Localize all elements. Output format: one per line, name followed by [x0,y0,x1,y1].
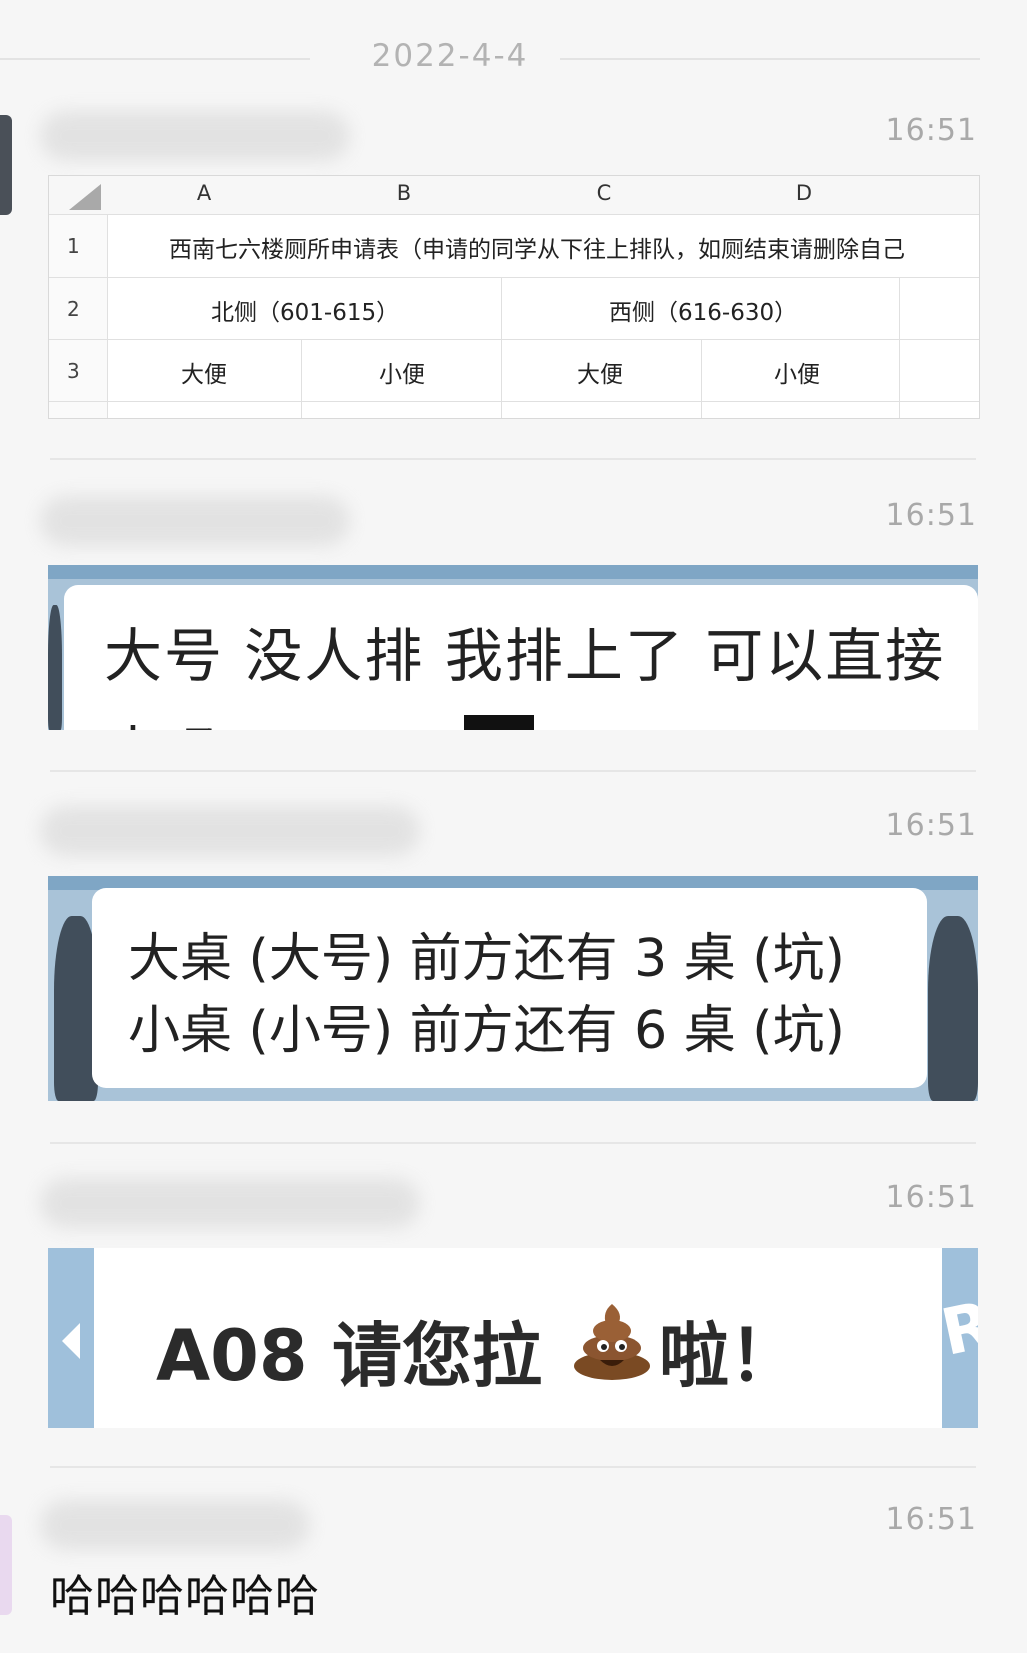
sheet-cell: 北侧（601-615） [211,300,400,326]
redaction-block [464,715,534,730]
column-letter: A [196,181,212,205]
sender-name-redacted [40,806,420,856]
sheet-row: 2 北侧（601-615） 西侧（616-630） [49,277,979,340]
message-time: 16:51 [885,498,977,533]
sheet-column-header: A B C D [49,176,979,215]
caption-box: 大号 没人排 我排上了 可以直接 去吗 @ [64,585,978,730]
select-all-corner-icon [69,184,101,210]
sheet-title-cell: 西南七六楼厕所申请表（申请的同学从下往上排队，如厕结束请删除自己 [169,237,905,263]
cell-border [301,339,302,418]
caption-text: A08 请您拉 [156,1315,542,1397]
screenshot-image-3[interactable]: A08 请您拉 啦！ RE [48,1248,978,1428]
caption-box: A08 请您拉 啦！ [94,1248,942,1428]
caption-box: 大桌 (大号) 前方还有 3 桌 (坑) 小桌 (小号) 前方还有 6 桌 (坑… [92,888,927,1088]
message-time: 16:51 [885,1180,977,1215]
cell-border [701,339,702,418]
cell-border [501,277,502,418]
message-divider [50,770,976,772]
spreadsheet-image[interactable]: A B C D 1 西南七六楼厕所申请表（申请的同学从下往上排队，如厕结束请删除… [48,175,980,419]
column-letter: D [795,181,813,205]
message-header: 16:51 [0,800,1027,860]
screenshot-image-1[interactable]: 大号 没人排 我排上了 可以直接 去吗 @ [48,565,978,730]
left-arrow-icon [62,1323,80,1359]
caption-line: 小桌 (小号) 前方还有 6 桌 (坑) [128,1001,845,1061]
screenshot-image-2[interactable]: 大桌 (大号) 前方还有 3 桌 (坑) 小桌 (小号) 前方还有 6 桌 (坑… [48,876,978,1101]
row-number: 3 [67,359,80,383]
message-header: 16:51 [0,490,1027,550]
sheet-cell: 大便 [577,362,623,388]
sender-name-redacted [40,1178,420,1228]
sheet-cell: 小便 [379,362,425,388]
sheet-cell: 大便 [181,362,227,388]
row-number: 1 [67,234,80,258]
sheet-cell: 小便 [774,362,820,388]
message-time: 16:51 [885,113,977,148]
row-number: 2 [67,297,80,321]
message-time: 16:51 [885,1502,977,1537]
background-figure [48,605,62,730]
sender-name-redacted [40,1500,310,1550]
caption-text: 啦！ [659,1315,799,1397]
poop-icon [574,1304,650,1380]
message-header: 16:51 [0,1172,1027,1232]
background-figure [928,916,978,1101]
message-divider [50,458,976,460]
date-separator: 2022-4-4 [0,30,1027,90]
caption-line-partial: 去吗 @ [104,707,296,730]
date-label: 2022-4-4 [371,38,529,74]
message-divider [50,1466,976,1468]
date-divider-right [560,58,980,60]
message-header: 16:51 [0,1494,1027,1554]
message-header: 16:51 [0,105,1027,165]
cell-border [899,277,900,418]
sheet-row: 3 大便 小便 大便 小便 [49,339,979,402]
column-letter: C [596,181,612,205]
date-divider-left [0,58,310,60]
sheet-row: 1 西南七六楼厕所申请表（申请的同学从下往上排队，如厕结束请删除自己 [49,214,979,278]
message-time: 16:51 [885,808,977,843]
sheet-cell: 西侧（616-630） [609,300,798,326]
column-letter: B [396,181,412,205]
message-text: 哈哈哈哈哈哈 [50,1571,320,1622]
message-divider [50,1142,976,1144]
caption-line: 大号 没人排 我排上了 可以直接 [104,622,946,690]
sender-name-redacted [40,496,350,546]
caption-line: 大桌 (大号) 前方还有 3 桌 (坑) [128,929,845,989]
sender-name-redacted [40,111,350,161]
image-top-stripe [48,565,978,579]
